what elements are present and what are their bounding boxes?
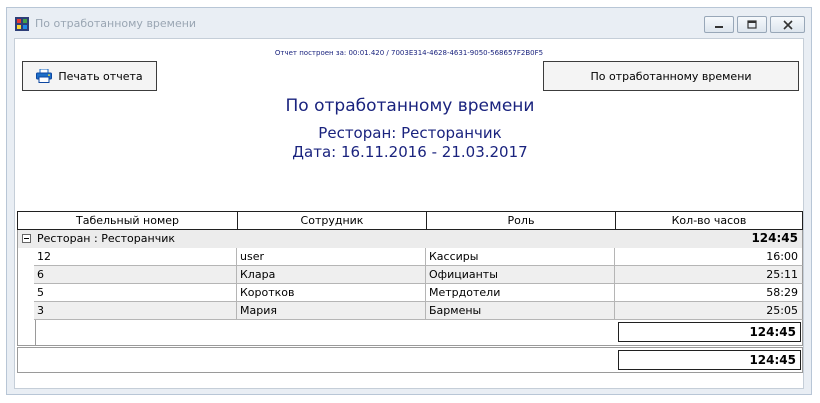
report-app-icon <box>15 17 29 31</box>
maximize-icon <box>747 20 757 29</box>
cell-role: Официанты <box>426 266 615 284</box>
report-date-range: Дата: 16.11.2016 - 21.03.2017 <box>292 143 528 161</box>
grid-header: Табельный номер Сотрудник Роль Кол-во ча… <box>17 211 803 230</box>
print-report-label: Печать отчета <box>58 69 143 83</box>
cell-role: Метрдотели <box>426 284 615 302</box>
report-window: По отработанному времени Отчет построен … <box>6 7 812 395</box>
group-footer: 124:45 <box>17 320 803 346</box>
printer-icon <box>36 69 53 83</box>
title-bar: По отработанному времени <box>7 8 811 38</box>
table-row[interactable]: 12 user Кассиры 16:00 <box>17 248 803 266</box>
cell-employee: Мария <box>237 302 426 320</box>
report-title: По отработанному времени <box>285 96 535 116</box>
group-total: 124:45 <box>751 231 798 245</box>
report-type-label: По отработанному времени <box>590 69 752 83</box>
minimize-button[interactable] <box>704 16 734 33</box>
row-indent <box>17 248 34 266</box>
cell-id: 3 <box>34 302 237 320</box>
table-row[interactable]: 3 Мария Бармены 25:05 <box>17 302 803 320</box>
collapse-group-icon[interactable] <box>22 234 31 243</box>
cell-id: 12 <box>34 248 237 266</box>
group-label: Ресторан : Ресторанчик <box>37 232 175 245</box>
group-footer-total: 124:45 <box>618 322 801 342</box>
report-content: Отчет построен за: 00:01.420 / 7003E314-… <box>14 38 804 389</box>
grand-total: 124:45 <box>618 350 801 370</box>
build-info: Отчет построен за: 00:01.420 / 7003E314-… <box>274 49 544 57</box>
print-report-button[interactable]: Печать отчета <box>22 61 157 91</box>
cell-role: Кассиры <box>426 248 615 266</box>
cell-hours: 25:05 <box>615 302 803 320</box>
group-row[interactable]: Ресторан : Ресторанчик 124:45 <box>17 230 803 248</box>
grand-total-row: 124:45 <box>17 347 803 373</box>
cell-hours: 16:00 <box>615 248 803 266</box>
cell-id: 6 <box>34 266 237 284</box>
report-type-button[interactable]: По отработанному времени <box>543 61 799 91</box>
minimize-icon <box>715 25 723 28</box>
column-header-employee[interactable]: Сотрудник <box>238 212 427 229</box>
row-indent <box>17 302 34 320</box>
close-button[interactable] <box>770 16 805 33</box>
row-indent <box>17 284 34 302</box>
column-header-role[interactable]: Роль <box>427 212 616 229</box>
row-indent <box>17 266 34 284</box>
report-restaurant: Ресторан: Ресторанчик <box>318 124 502 142</box>
cell-hours: 25:11 <box>615 266 803 284</box>
cell-id: 5 <box>34 284 237 302</box>
close-icon <box>782 19 793 30</box>
table-row[interactable]: 6 Клара Официанты 25:11 <box>17 266 803 284</box>
footer-indent-line <box>35 320 36 345</box>
cell-employee: Клара <box>237 266 426 284</box>
table-row[interactable]: 5 Коротков Метрдотели 58:29 <box>17 284 803 302</box>
cell-role: Бармены <box>426 302 615 320</box>
column-header-id[interactable]: Табельный номер <box>18 212 238 229</box>
cell-employee: user <box>237 248 426 266</box>
window-title: По отработанному времени <box>35 17 197 30</box>
cell-hours: 58:29 <box>615 284 803 302</box>
maximize-button[interactable] <box>737 16 767 33</box>
column-header-hours[interactable]: Кол-во часов <box>616 212 802 229</box>
cell-employee: Коротков <box>237 284 426 302</box>
